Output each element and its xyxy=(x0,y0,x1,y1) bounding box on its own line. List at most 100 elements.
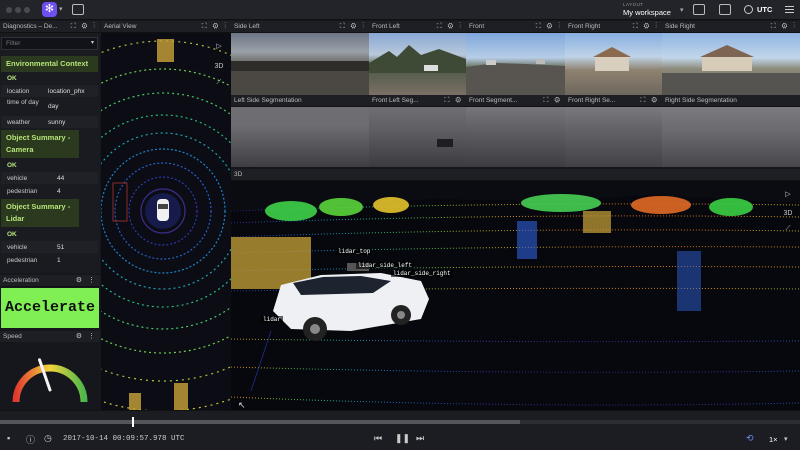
timeline-track[interactable] xyxy=(0,417,800,427)
panel-title: Diagnostics – De... xyxy=(3,23,58,30)
panel-toolbar-icons[interactable]: ⛶ ⚙ ⋮ xyxy=(71,21,97,32)
window-maximize-icon[interactable] xyxy=(24,7,30,13)
timeline-playhead[interactable] xyxy=(132,417,134,427)
pause-icon[interactable]: ❚❚ xyxy=(395,433,410,444)
panel-title: Aerial View xyxy=(104,23,137,30)
chevron-down-icon[interactable]: ▾ xyxy=(91,38,94,49)
acceleration-indicator: Accelerate xyxy=(1,288,99,328)
row-value: location_phx xyxy=(48,88,85,95)
row-key: pedestrian xyxy=(7,257,38,264)
row-value: 44 xyxy=(57,175,65,182)
section-object-summary-lidar[interactable]: Object Summary - Lidar xyxy=(1,199,79,227)
3d-label: lidar_side_right xyxy=(391,270,453,277)
panel-toolbar-icons[interactable]: ⛶ ⚙ ⋮ xyxy=(202,21,228,32)
segmentation-image-left-side xyxy=(231,107,369,167)
panel-title: Front Segment... xyxy=(469,97,518,104)
panel-toolbar-icons[interactable]: ⛶ ⚙ ⋮ xyxy=(771,21,797,32)
row-value: 51 xyxy=(57,244,65,251)
aerial-view-panel-header: Aerial View ⛶ ⚙ ⋮ xyxy=(101,21,231,33)
panel-title: 3D xyxy=(234,171,243,178)
window-close-icon[interactable] xyxy=(6,7,12,13)
section-object-summary-camera[interactable]: Object Summary - Camera xyxy=(1,130,79,158)
chevron-down-icon[interactable]: ▾ xyxy=(680,6,684,14)
timeline-buffered xyxy=(0,420,520,424)
right-side-seg-panel-header: Right Side Segmentation xyxy=(662,95,800,107)
panel-title: Front Right Se... xyxy=(568,97,616,104)
toggle-3d-button[interactable]: 3D xyxy=(782,208,794,220)
panel-toolbar-icons[interactable]: ⚙ ⋮ xyxy=(76,275,97,286)
layout-selector[interactable]: My workspace xyxy=(623,8,671,17)
segmentation-image-front xyxy=(466,107,565,167)
panel-toolbar-icons[interactable]: ⛶ ⚙ xyxy=(543,95,562,106)
timestamp[interactable]: 2017-10-14 00:09:57.978 UTC xyxy=(63,435,185,443)
camera-image-front-left xyxy=(369,33,466,95)
camera-image-front-right xyxy=(565,33,662,95)
left-sidebar-toggle-icon[interactable] xyxy=(693,4,705,15)
panel-toolbar-icons[interactable]: ⛶ ⚙ ⋮ xyxy=(437,21,463,32)
top-bar: ✻ ▾ LAYOUT My workspace ▾ UTC xyxy=(0,0,800,20)
select-tool-icon[interactable]: ▷ xyxy=(782,189,794,201)
panel-title: Side Right xyxy=(665,23,695,30)
seek-forward-icon[interactable]: ⏭ xyxy=(416,433,424,444)
panel-title: Front Left xyxy=(372,23,400,30)
panel-title: Side Left xyxy=(234,23,260,30)
clock-icon[interactable]: ◷ xyxy=(44,433,52,444)
side-left-panel-header: Side Left ⛶ ⚙ ⋮ xyxy=(231,21,369,33)
row-key: vehicle xyxy=(7,244,28,251)
measure-ruler-icon[interactable]: ⟋ xyxy=(782,223,794,235)
timezone-label[interactable]: UTC xyxy=(757,5,772,14)
loop-icon[interactable]: ⟲ xyxy=(746,433,754,444)
panel-title: Front Left Seg... xyxy=(372,97,419,104)
row-value: sunny xyxy=(48,119,66,126)
3d-panel-header: 3D xyxy=(231,169,800,181)
panel-title: Right Side Segmentation xyxy=(665,97,737,104)
camera-image-side-right xyxy=(662,33,800,95)
select-tool-icon[interactable]: ▷ xyxy=(213,41,225,53)
3d-view[interactable]: lidar_top lidar_side_left lidar_side_rig… xyxy=(231,181,800,410)
row-key: location xyxy=(7,88,30,95)
3d-label: lidar xyxy=(261,316,284,323)
row-key: vehicle xyxy=(7,175,28,182)
panel-toolbar-icons[interactable]: ⛶ ⚙ xyxy=(444,95,463,106)
info-icon[interactable]: ⓘ xyxy=(26,433,35,446)
row-key: pedestrian xyxy=(7,188,38,195)
status-ok: OK xyxy=(7,231,17,238)
chevron-down-icon[interactable]: ▾ xyxy=(59,5,63,13)
app-logo-icon[interactable]: ✻ xyxy=(42,2,57,17)
front-right-panel-header: Front Right ⛶ ⚙ ⋮ xyxy=(565,21,662,33)
panel-toolbar-icons[interactable]: ⛶ ⚙ ⋮ xyxy=(536,21,562,32)
timezone-icon[interactable] xyxy=(744,5,753,14)
side-right-panel-header: Side Right ⛶ ⚙ ⋮ xyxy=(662,21,800,33)
front-panel-header: Front ⛶ ⚙ ⋮ xyxy=(466,21,565,33)
layout-label: LAYOUT xyxy=(623,2,644,7)
window-minimize-icon[interactable] xyxy=(15,7,21,13)
chevron-down-icon[interactable]: ▾ xyxy=(784,435,788,443)
playback-timeline: ▪ ⓘ ◷ 2017-10-14 00:09:57.978 UTC ⏮ ❚❚ ⏭… xyxy=(0,410,800,450)
playback-speed[interactable]: 1× xyxy=(769,435,778,444)
panel-title: Acceleration xyxy=(3,277,39,284)
section-environmental-context[interactable]: Environmental Context xyxy=(1,56,98,72)
segmentation-image-front-left xyxy=(369,107,466,167)
row-value: 4 xyxy=(57,188,61,195)
speed-needle xyxy=(38,358,52,392)
status-ok: OK xyxy=(7,75,17,82)
filter-input[interactable]: Filter ▾ xyxy=(1,37,98,50)
right-sidebar-toggle-icon[interactable] xyxy=(719,4,731,15)
measure-ruler-icon[interactable]: ⟋ xyxy=(213,77,225,89)
seek-backward-icon[interactable]: ⏮ xyxy=(374,433,382,444)
panel-toolbar-icons[interactable]: ⛶ ⚙ xyxy=(640,95,659,106)
front-right-seg-panel-header: Front Right Se... ⛶ ⚙ xyxy=(565,95,662,107)
aerial-view[interactable]: ▷ 3D ⟋ xyxy=(101,33,231,410)
toggle-3d-button[interactable]: 3D xyxy=(213,61,225,73)
settings-icon[interactable]: ▪ xyxy=(7,433,10,443)
menu-icon[interactable] xyxy=(785,6,794,13)
status-ok: OK xyxy=(7,162,17,169)
panel-toolbar-icons[interactable]: ⛶ ⚙ ⋮ xyxy=(340,21,366,32)
panel-toolbar-icons[interactable]: ⛶ ⚙ ⋮ xyxy=(633,21,659,32)
segmentation-image-right-side xyxy=(662,107,800,167)
speed-gauge xyxy=(0,342,100,410)
3d-label: lidar_side_left xyxy=(356,262,415,269)
front-left-seg-panel-header: Front Left Seg... ⛶ ⚙ xyxy=(369,95,466,107)
diagnostics-panel-header: Diagnostics – De... ⛶ ⚙ ⋮ xyxy=(0,21,100,33)
data-source-icon[interactable] xyxy=(72,4,84,15)
